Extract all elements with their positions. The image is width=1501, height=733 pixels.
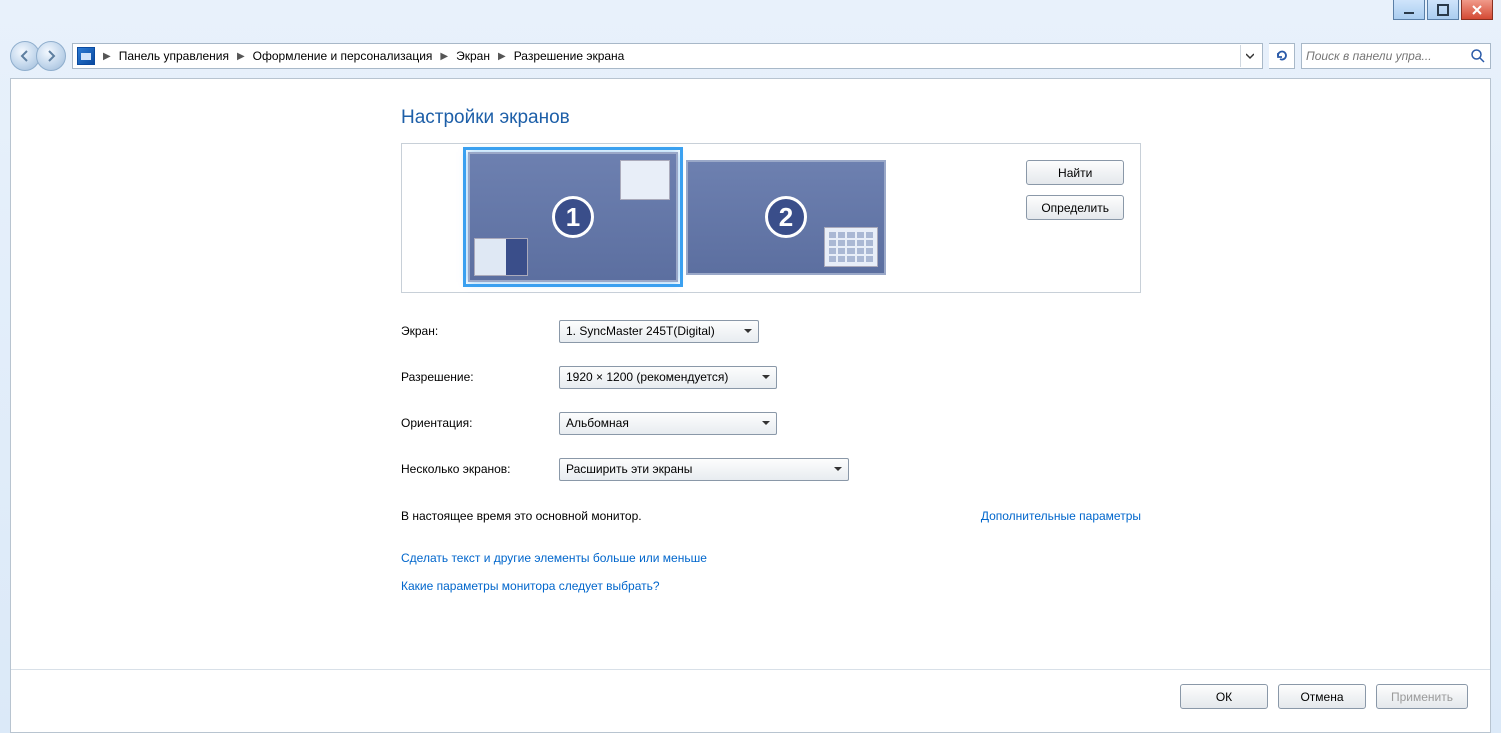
display-icon (77, 47, 95, 65)
monitor-2[interactable]: 2 (686, 160, 886, 275)
chevron-down-icon (736, 324, 752, 338)
chevron-right-icon: ▶ (498, 51, 506, 62)
maximize-button[interactable] (1427, 0, 1459, 20)
chevron-right-icon: ▶ (440, 51, 448, 62)
monitor-number: 2 (765, 196, 807, 238)
multi-display-label: Несколько экранов: (401, 462, 559, 476)
grid-icon (824, 227, 878, 267)
address-dropdown[interactable] (1240, 45, 1258, 67)
breadcrumb[interactable]: Экран (456, 49, 490, 63)
chevron-down-icon (826, 462, 842, 476)
ok-button[interactable]: ОК (1180, 684, 1268, 709)
primary-monitor-text: В настоящее время это основной монитор. (401, 509, 642, 523)
footer-buttons: ОК Отмена Применить (1180, 684, 1468, 709)
preview-buttons: Найти Определить (1026, 160, 1124, 220)
chevron-right-icon: ▶ (237, 51, 245, 62)
chevron-down-icon (754, 370, 770, 384)
forward-button[interactable] (36, 41, 66, 71)
info-row: В настоящее время это основной монитор. … (401, 509, 1141, 523)
chevron-down-icon (754, 416, 770, 430)
display-form: Экран: 1. SyncMaster 245T(Digital) Разре… (401, 317, 1141, 483)
content: Настройки экранов 1 2 (401, 107, 1141, 593)
footer: ОК Отмена Применить (11, 669, 1490, 670)
minimize-button[interactable] (1393, 0, 1425, 20)
which-params-link[interactable]: Какие параметры монитора следует выбрать… (401, 579, 1141, 593)
display-label: Экран: (401, 324, 559, 338)
identify-button[interactable]: Определить (1026, 195, 1124, 220)
orientation-select[interactable]: Альбомная (559, 412, 777, 435)
search-input[interactable] (1306, 49, 1470, 63)
orientation-label: Ориентация: (401, 416, 559, 430)
taskbar-icon (474, 238, 528, 276)
resolution-value: 1920 × 1200 (рекомендуется) (566, 370, 728, 384)
text-size-link[interactable]: Сделать текст и другие элементы больше и… (401, 551, 1141, 565)
multi-display-value: Расширить эти экраны (566, 462, 692, 476)
chevron-right-icon: ▶ (103, 51, 111, 62)
window-icon (620, 160, 670, 200)
window-controls (1393, 0, 1493, 20)
page-title: Настройки экранов (401, 107, 1141, 129)
display-select[interactable]: 1. SyncMaster 245T(Digital) (559, 320, 759, 343)
breadcrumb[interactable]: Разрешение экрана (514, 49, 625, 63)
cancel-button[interactable]: Отмена (1278, 684, 1366, 709)
resolution-label: Разрешение: (401, 370, 559, 384)
main-panel: Настройки экранов 1 2 (10, 78, 1491, 733)
monitors-area[interactable]: 1 2 (468, 152, 886, 282)
monitor-preview-box: 1 2 Найти Определить (401, 143, 1141, 293)
nav-row: ▶ Панель управления ▶ Оформление и персо… (10, 40, 1491, 72)
breadcrumb[interactable]: Оформление и персонализация (253, 49, 433, 63)
search-icon[interactable] (1470, 48, 1486, 64)
search-box[interactable] (1301, 43, 1491, 69)
close-button[interactable] (1461, 0, 1493, 20)
address-bar[interactable]: ▶ Панель управления ▶ Оформление и персо… (72, 43, 1263, 69)
multi-display-select[interactable]: Расширить эти экраны (559, 458, 849, 481)
apply-button[interactable]: Применить (1376, 684, 1468, 709)
breadcrumb[interactable]: Панель управления (119, 49, 229, 63)
monitor-number: 1 (552, 196, 594, 238)
refresh-button[interactable] (1269, 43, 1295, 69)
detect-button[interactable]: Найти (1026, 160, 1124, 185)
help-links: Сделать текст и другие элементы больше и… (401, 551, 1141, 593)
orientation-value: Альбомная (566, 416, 629, 430)
display-value: 1. SyncMaster 245T(Digital) (566, 324, 715, 338)
resolution-select[interactable]: 1920 × 1200 (рекомендуется) (559, 366, 777, 389)
monitor-1[interactable]: 1 (468, 152, 678, 282)
advanced-settings-link[interactable]: Дополнительные параметры (981, 509, 1141, 523)
nav-buttons (10, 41, 66, 71)
